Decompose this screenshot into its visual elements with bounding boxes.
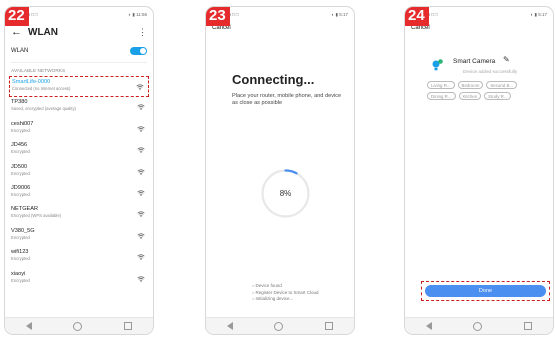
nav-recent-icon[interactable]: [325, 322, 334, 330]
room-chip-living[interactable]: Living R...: [427, 81, 455, 89]
step-initializing: Initializing device...: [252, 296, 319, 303]
network-name: V380_5G: [11, 227, 35, 234]
network-name: JD9006: [11, 184, 31, 191]
wifi-signal-icon: [137, 254, 145, 261]
network-status: Encrypted: [11, 234, 30, 240]
wifi-signal-icon: [137, 104, 145, 111]
network-name: NETGEAR: [11, 206, 39, 213]
connection-steps: Device found Register Device to Smart Cl…: [252, 283, 319, 303]
network-item[interactable]: V380_5G Encrypted: [9, 226, 149, 247]
camera-icon: [432, 59, 443, 71]
wifi-signal-icon: [137, 211, 145, 218]
system-nav-bar: [405, 317, 553, 334]
page-title: WLAN: [28, 26, 58, 38]
network-status: Connected (no Internet access): [12, 86, 71, 91]
connecting-subtitle: Place your router, mobile phone, and dev…: [232, 93, 342, 106]
wifi-signal-icon: [137, 233, 145, 239]
network-status: Encrypted: [11, 127, 30, 133]
progress-percent: 8%: [279, 189, 292, 198]
network-status: Encrypted: [11, 256, 30, 262]
nav-back-icon[interactable]: [226, 322, 233, 330]
network-item[interactable]: JD500 Encrypted: [9, 162, 149, 183]
system-nav-bar: [206, 317, 354, 334]
nav-home-icon[interactable]: [274, 321, 284, 331]
room-chip-bedroom[interactable]: Bedroom: [457, 81, 484, 89]
nav-home-icon[interactable]: [473, 321, 483, 331]
network-status: Encrypted (WPS available): [11, 213, 62, 219]
room-chip-study[interactable]: Study R...: [484, 92, 512, 100]
status-right: ◐ ▮ 5:17: [530, 12, 547, 17]
connecting-title: Connecting...: [232, 72, 315, 87]
network-status: Encrypted: [11, 277, 30, 283]
network-item[interactable]: ceshi007 Encrypted: [9, 119, 149, 140]
wifi-signal-icon: [136, 84, 144, 90]
network-name: TP380: [11, 99, 28, 106]
device-name: Smart Camera: [453, 58, 496, 65]
wifi-signal-icon: [137, 275, 145, 282]
status-right: ◐ ▮ 11:56: [128, 12, 147, 17]
network-name: wifi123: [11, 249, 29, 256]
phone-screen-connecting: 23 ■ □ □ ◐ ▮ 5:17 Cancel Connecting... P…: [205, 6, 355, 335]
step-badge: 24: [405, 7, 429, 26]
more-menu-icon[interactable]: ⋮: [138, 27, 147, 37]
network-name: JD456: [11, 142, 28, 149]
edit-pencil-icon[interactable]: ✎: [503, 55, 510, 64]
device-added-text: Device added successfully: [463, 69, 518, 74]
nav-recent-icon[interactable]: [524, 322, 533, 330]
network-item[interactable]: TP380 Saved, encrypted (average quality): [9, 97, 149, 118]
phone-screen-wlan: 22 ■ □ □ ◐ ▮ 11:56 ← WLAN ⋮ WLAN AVAILAB…: [4, 6, 154, 335]
network-item[interactable]: NETGEAR Encrypted (WPS available): [9, 204, 149, 225]
network-name: ceshi007: [11, 120, 34, 127]
room-options: Living R... Bedroom Second B... Dining R…: [427, 81, 539, 100]
divider: [11, 62, 147, 63]
system-nav-bar: [5, 317, 153, 334]
phone-screen-device-added: 24 ■ □ □ ◐ ▮ 5:17 Cancel Smart Camera ✎ …: [404, 6, 554, 335]
network-name: JD500: [11, 163, 28, 170]
room-chip-second-bedroom[interactable]: Second B...: [486, 81, 518, 89]
network-status: Encrypted: [11, 191, 30, 197]
network-item[interactable]: xiaoyi Encrypted: [9, 269, 149, 290]
wifi-signal-icon: [137, 190, 145, 196]
wifi-signal-icon: [137, 126, 145, 132]
wlan-toggle-row: WLAN: [11, 44, 147, 58]
done-button[interactable]: Done: [425, 285, 546, 297]
network-list: SmartLife-0000 Connected (no Internet acc…: [9, 76, 149, 290]
network-name: xiaoyi: [11, 270, 26, 277]
step-badge: 23: [206, 7, 230, 26]
network-name: SmartLife-0000: [12, 79, 51, 85]
back-arrow-icon[interactable]: ←: [11, 26, 22, 38]
room-chip-dining[interactable]: Dining R...: [427, 92, 456, 100]
room-chip-kitchen[interactable]: Kitchen: [458, 92, 482, 100]
network-item[interactable]: JD9006 Encrypted: [9, 183, 149, 204]
network-item-selected[interactable]: SmartLife-0000 Connected (no Internet acc…: [9, 76, 149, 98]
done-highlight: Done: [421, 281, 550, 301]
nav-back-icon[interactable]: [25, 322, 32, 330]
wlan-toggle[interactable]: [130, 47, 147, 55]
wifi-signal-icon: [137, 147, 145, 154]
wlan-label: WLAN: [11, 48, 29, 54]
network-status: Saved, encrypted (average quality): [11, 106, 76, 112]
wifi-signal-icon: [137, 168, 145, 175]
section-label: AVAILABLE NETWORKS: [11, 69, 66, 74]
device-card: Smart Camera ✎ Device added successfully…: [423, 49, 541, 121]
nav-home-icon[interactable]: [73, 321, 83, 331]
network-status: Encrypted: [11, 149, 30, 155]
wlan-header: ← WLAN ⋮: [11, 25, 147, 39]
nav-recent-icon[interactable]: [124, 322, 133, 330]
network-item[interactable]: JD456 Encrypted: [9, 140, 149, 161]
status-right: ◐ ▮ 5:17: [331, 12, 348, 17]
network-status: Encrypted: [11, 170, 30, 176]
network-item[interactable]: wifi123 Encrypted: [9, 247, 149, 268]
step-badge: 22: [5, 7, 29, 26]
nav-back-icon[interactable]: [425, 322, 432, 330]
